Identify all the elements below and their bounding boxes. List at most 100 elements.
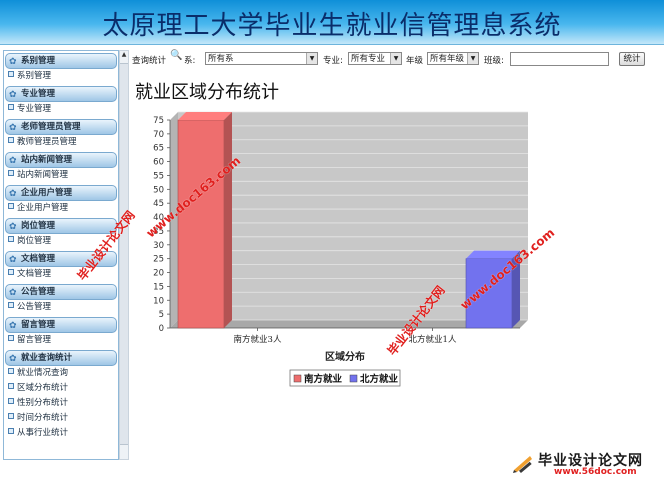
sidebar-section-header[interactable]: ✿ 就业查询统计 bbox=[5, 350, 117, 366]
scroll-up-arrow-icon[interactable]: ▲ bbox=[120, 51, 128, 59]
sidebar-item[interactable]: 时间分布统计 bbox=[4, 411, 118, 426]
sidebar-section-label: 站内新闻管理 bbox=[21, 155, 73, 165]
scroll-thumb[interactable] bbox=[120, 63, 128, 445]
query-toolbar: 查询统计 🔍 系: 所有系 ▼ 专业: 所有专业 ▼ 年级 所有年级 ▼ 班级:… bbox=[130, 50, 650, 68]
bullet-icon bbox=[8, 104, 14, 110]
bullet-icon bbox=[8, 413, 14, 419]
x-tick-label: 北方就业1人 bbox=[409, 334, 457, 345]
brand-logo-block: 毕业设计论文网 www.56doc.com bbox=[508, 448, 664, 481]
x-axis-label: 区域分布 bbox=[325, 350, 365, 363]
sidebar-section-header[interactable]: ✿ 企业用户管理 bbox=[5, 185, 117, 201]
sidebar-item-label: 企业用户管理 bbox=[17, 203, 69, 213]
sidebar-item-label: 从事行业统计 bbox=[17, 428, 69, 438]
sidebar-item-label: 留言管理 bbox=[17, 335, 52, 345]
pen-logo-icon bbox=[513, 456, 532, 474]
legend-label: 南方就业 bbox=[304, 373, 343, 385]
sidebar-item-label: 岗位管理 bbox=[17, 236, 52, 246]
grade-label: 年级 bbox=[406, 56, 424, 66]
class-label: 班级: bbox=[484, 56, 504, 66]
sidebar-item[interactable]: 就业情况查询 bbox=[4, 366, 118, 381]
sidebar-section-label: 留言管理 bbox=[21, 320, 56, 330]
sidebar-item-label: 系别管理 bbox=[17, 71, 52, 81]
y-tick-label: 75 bbox=[153, 116, 164, 126]
sidebar-item[interactable]: 站内新闻管理 bbox=[4, 168, 118, 183]
chevron-down-icon: ▼ bbox=[306, 53, 317, 64]
sidebar-item-label: 文档管理 bbox=[17, 269, 52, 279]
grade-select[interactable]: 所有年级 ▼ bbox=[427, 52, 479, 65]
sidebar-item-label: 站内新闻管理 bbox=[17, 170, 69, 180]
sidebar-item[interactable]: 公告管理 bbox=[4, 300, 118, 315]
sidebar-item[interactable]: 系别管理 bbox=[4, 69, 118, 84]
legend-swatch bbox=[349, 374, 358, 383]
search-icon: 🔍 bbox=[170, 50, 183, 61]
sidebar-section-label: 岗位管理 bbox=[21, 221, 56, 231]
sidebar-section-header[interactable]: ✿ 站内新闻管理 bbox=[5, 152, 117, 168]
stat-button[interactable]: 统计 bbox=[619, 52, 645, 66]
y-tick-label: 50 bbox=[153, 185, 164, 195]
y-tick-label: 45 bbox=[153, 199, 164, 209]
sidebar-section-header[interactable]: ✿ 岗位管理 bbox=[5, 218, 117, 234]
query-label: 查询统计 bbox=[132, 56, 167, 66]
sidebar-scrollbar[interactable]: ▲ bbox=[119, 50, 129, 460]
flower-icon: ✿ bbox=[9, 222, 17, 232]
sidebar-item-label: 公告管理 bbox=[17, 302, 52, 312]
legend-swatch bbox=[293, 374, 302, 383]
sidebar-section-header[interactable]: ✿ 专业管理 bbox=[5, 86, 117, 102]
major-select[interactable]: 所有专业 ▼ bbox=[348, 52, 402, 65]
sidebar-section-label: 系别管理 bbox=[21, 56, 56, 66]
y-tick-label: 5 bbox=[159, 310, 164, 320]
sidebar-section-header[interactable]: ✿ 留言管理 bbox=[5, 317, 117, 333]
bullet-icon bbox=[8, 137, 14, 143]
y-tick-label: 15 bbox=[153, 282, 164, 292]
bullet-icon bbox=[8, 335, 14, 341]
legend-label: 北方就业 bbox=[360, 373, 399, 385]
bullet-icon bbox=[8, 383, 14, 389]
sidebar-section-header[interactable]: ✿ 老师管理员管理 bbox=[5, 119, 117, 135]
region-bar-chart: 051015202530354045505560657075南方就业3人 北方就业… bbox=[153, 111, 528, 387]
y-tick-label: 30 bbox=[153, 241, 164, 251]
sidebar-item-label: 就业情况查询 bbox=[17, 368, 69, 378]
y-tick-label: 65 bbox=[153, 144, 164, 154]
chevron-down-icon: ▼ bbox=[467, 53, 478, 64]
y-tick-label: 60 bbox=[153, 158, 164, 168]
sidebar-item[interactable]: 留言管理 bbox=[4, 333, 118, 348]
chevron-down-icon: ▼ bbox=[390, 53, 401, 64]
dept-label: 系: bbox=[184, 56, 196, 66]
sidebar-item[interactable]: 专业管理 bbox=[4, 102, 118, 117]
sidebar-section-label: 公告管理 bbox=[21, 287, 56, 297]
sidebar-item[interactable]: 区域分布统计 bbox=[4, 381, 118, 396]
y-tick-label: 55 bbox=[153, 171, 164, 181]
sidebar-item[interactable]: 从事行业统计 bbox=[4, 426, 118, 441]
major-label: 专业: bbox=[323, 56, 343, 66]
sidebar-section-label: 老师管理员管理 bbox=[21, 122, 81, 132]
sidebar-item-label: 性别分布统计 bbox=[17, 398, 69, 408]
sidebar-item-label: 时间分布统计 bbox=[17, 413, 69, 423]
sidebar-item[interactable]: 企业用户管理 bbox=[4, 201, 118, 216]
sidebar-section-header[interactable]: ✿ 系别管理 bbox=[5, 53, 117, 69]
flower-icon: ✿ bbox=[9, 288, 17, 298]
sidebar-section-label: 就业查询统计 bbox=[21, 353, 73, 363]
grade-select-value: 所有年级 bbox=[430, 54, 465, 64]
bullet-icon bbox=[8, 398, 14, 404]
class-input[interactable] bbox=[510, 52, 609, 66]
flower-icon: ✿ bbox=[9, 321, 17, 331]
flower-icon: ✿ bbox=[9, 57, 17, 67]
flower-icon: ✿ bbox=[9, 189, 17, 199]
sidebar-item-label: 区域分布统计 bbox=[17, 383, 69, 393]
x-tick-label: 南方就业3人 bbox=[234, 334, 282, 345]
dept-select-value: 所有系 bbox=[208, 54, 234, 64]
sidebar-item[interactable]: 性别分布统计 bbox=[4, 396, 118, 411]
app-header: 太原理工大学毕业生就业信管理息系统 bbox=[0, 0, 664, 45]
app-title: 太原理工大学毕业生就业信管理息系统 bbox=[102, 11, 562, 41]
sidebar-item[interactable]: 教师管理员管理 bbox=[4, 135, 118, 150]
sidebar-section-label: 企业用户管理 bbox=[21, 188, 73, 198]
major-select-value: 所有专业 bbox=[351, 54, 386, 64]
brand-url: www.56doc.com bbox=[554, 467, 637, 477]
dept-select[interactable]: 所有系 ▼ bbox=[205, 52, 318, 65]
bullet-icon bbox=[8, 302, 14, 308]
sidebar-section-header[interactable]: ✿ 公告管理 bbox=[5, 284, 117, 300]
sidebar-item[interactable]: 文档管理 bbox=[4, 267, 118, 282]
y-tick-label: 70 bbox=[153, 130, 164, 140]
bullet-icon bbox=[8, 203, 14, 209]
sidebar-section-label: 专业管理 bbox=[21, 89, 56, 99]
